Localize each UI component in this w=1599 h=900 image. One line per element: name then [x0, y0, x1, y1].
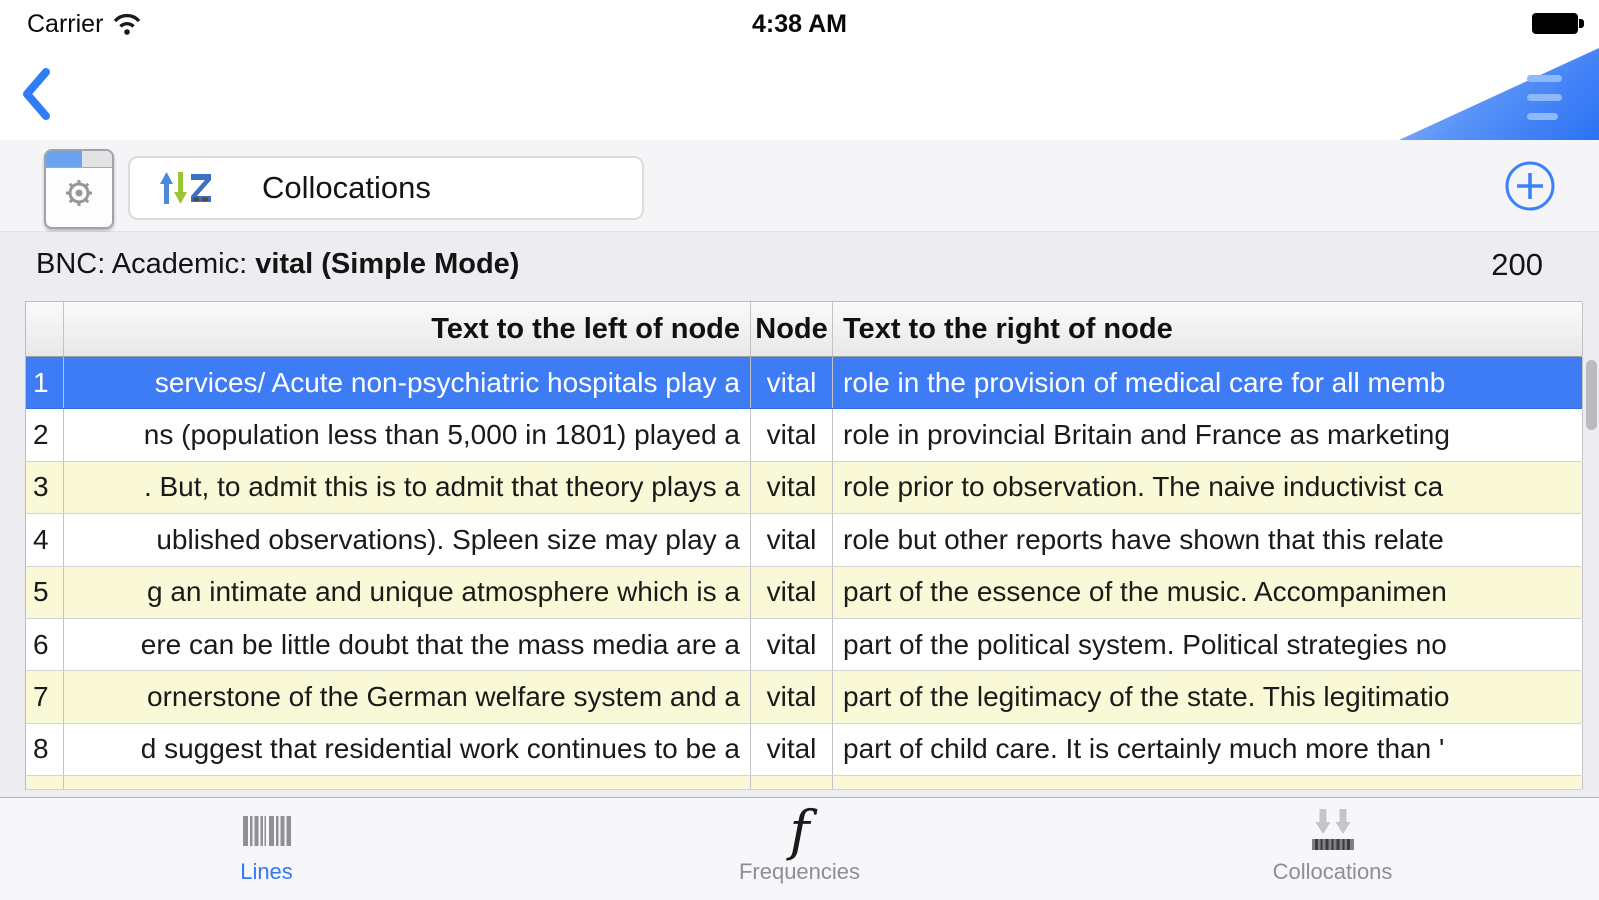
sort-arrows-icon: [160, 172, 211, 204]
tab-collocations[interactable]: Collocations: [1066, 798, 1599, 900]
table-row[interactable]: 6 ere can be little doubt that the mass m…: [26, 618, 1583, 672]
corpus-name: BNC: Academic:: [36, 248, 256, 280]
table-row[interactable]: 2 ns (population less than 5,000 in 1801)…: [26, 409, 1583, 462]
tab-frequencies[interactable]: f Frequencies: [533, 798, 1066, 900]
navigation-bar: [0, 48, 1599, 140]
cell-right: part of the political system. Political …: [833, 618, 1583, 671]
add-button[interactable]: [1504, 160, 1556, 212]
cell-left: . But, to admit this is to admit that th…: [64, 461, 751, 514]
cell-node: vital: [751, 357, 833, 409]
table-row[interactable]: 3. But, to admit this is to admit that t…: [26, 461, 1583, 515]
table-row[interactable]: 4 ublished observations). Spleen size may…: [26, 514, 1583, 567]
tab-label-collocations: Collocations: [1272, 859, 1393, 884]
table-row-partial: [26, 776, 1583, 791]
gear-icon: [66, 180, 92, 206]
status-bar: Carrier 4:38 AM: [0, 0, 1599, 48]
cell-left: ere can be little doubt that the mass me…: [64, 618, 751, 671]
cell-left: g an intimate and unique atmosphere whic…: [64, 566, 751, 618]
frequencies-f-icon: f: [789, 799, 810, 862]
cell-num: 8: [26, 723, 64, 776]
chevron-left-icon: [23, 68, 50, 120]
tab-lines[interactable]: Lines: [0, 798, 533, 900]
collocations-query-button[interactable]: Collocations: [128, 156, 644, 220]
cell-left: d suggest that residential work continue…: [64, 723, 751, 776]
cell-num: 4: [26, 514, 64, 566]
corner-menu-button[interactable]: [1399, 48, 1599, 140]
header-node: Node: [751, 302, 833, 356]
table-row[interactable]: 5g an intimate and unique atmosphere whi…: [26, 566, 1583, 619]
concordance-table: Text to the left of node Node Text to th…: [25, 301, 1583, 791]
cell-node: vital: [751, 618, 833, 671]
plus-circle-icon: [1505, 161, 1555, 211]
back-button[interactable]: [14, 62, 58, 126]
toolbar: Collocations: [0, 140, 1599, 232]
cell-num: 6: [26, 618, 64, 671]
cell-left: ns (population less than 5,000 in 1801) …: [64, 409, 751, 461]
cell-right: role but other reports have shown that t…: [833, 514, 1583, 566]
tab-bar: Lines f Frequencies Collocations: [0, 797, 1599, 900]
table-body: 1 services/ Acute non-psychiatric hospita…: [26, 357, 1583, 777]
cell-num: 7: [26, 671, 64, 723]
cell-node: vital: [751, 409, 833, 461]
cell-node: vital: [751, 671, 833, 723]
cell-num: 2: [26, 409, 64, 461]
cell-left: ublished observations). Spleen size may …: [64, 514, 751, 566]
header-right-context: Text to the right of node: [833, 302, 1583, 356]
header-left-context: Text to the left of node: [64, 302, 751, 356]
window-titlebar: [46, 151, 112, 168]
cell-num: 1: [26, 357, 64, 409]
table-header: Text to the left of node Node Text to th…: [26, 301, 1583, 357]
query-label: Collocations: [262, 170, 431, 205]
scrollbar-thumb[interactable]: [1586, 360, 1597, 430]
sub-header: BNC: Academic: vital (Simple Mode) 200: [0, 232, 1599, 301]
cell-num: 5: [26, 566, 64, 618]
clock: 4:38 AM: [752, 10, 847, 38]
collocation-arrows-icon: [1311, 809, 1354, 850]
cell-right: part of the essence of the music. Accomp…: [833, 566, 1583, 618]
table-row[interactable]: 7 ornerstone of the German welfare system…: [26, 671, 1583, 724]
app-screen: Carrier 4:38 AM Collocations BNC: Academ…: [0, 0, 1599, 900]
tab-label-frequencies: Frequencies: [738, 859, 861, 884]
barcode-lines-icon: [242, 816, 291, 846]
cell-node: vital: [751, 723, 833, 776]
header-index: [26, 302, 64, 356]
hit-count: 200: [1491, 247, 1543, 282]
results-area: Text to the left of node Node Text to th…: [0, 301, 1599, 797]
table-row[interactable]: 8d suggest that residential work continu…: [26, 723, 1583, 777]
cell-right: part of child care. It is certainly much…: [833, 723, 1583, 776]
query-term: vital (Simple Mode): [255, 248, 520, 280]
battery-icon: [1532, 13, 1584, 34]
cell-node: vital: [751, 514, 833, 566]
cell-left: services/ Acute non-psychiatric hospital…: [64, 357, 751, 409]
settings-window-button[interactable]: [44, 149, 114, 229]
corpus-breadcrumb: BNC: Academic: vital (Simple Mode): [36, 248, 519, 281]
cell-right: part of the legitimacy of the state. Thi…: [833, 671, 1583, 723]
cell-right: role prior to observation. The naive ind…: [833, 461, 1583, 514]
cell-left: ornerstone of the German welfare system …: [64, 671, 751, 723]
table-row[interactable]: 1 services/ Acute non-psychiatric hospita…: [26, 357, 1583, 410]
hamburger-menu-icon[interactable]: [1527, 75, 1562, 120]
cell-node: vital: [751, 461, 833, 514]
cell-right: role in the provision of medical care fo…: [833, 357, 1583, 409]
cell-node: vital: [751, 566, 833, 618]
cell-num: 3: [26, 461, 64, 514]
cell-right: role in provincial Britain and France as…: [833, 409, 1583, 461]
tab-label-lines: Lines: [240, 859, 293, 884]
